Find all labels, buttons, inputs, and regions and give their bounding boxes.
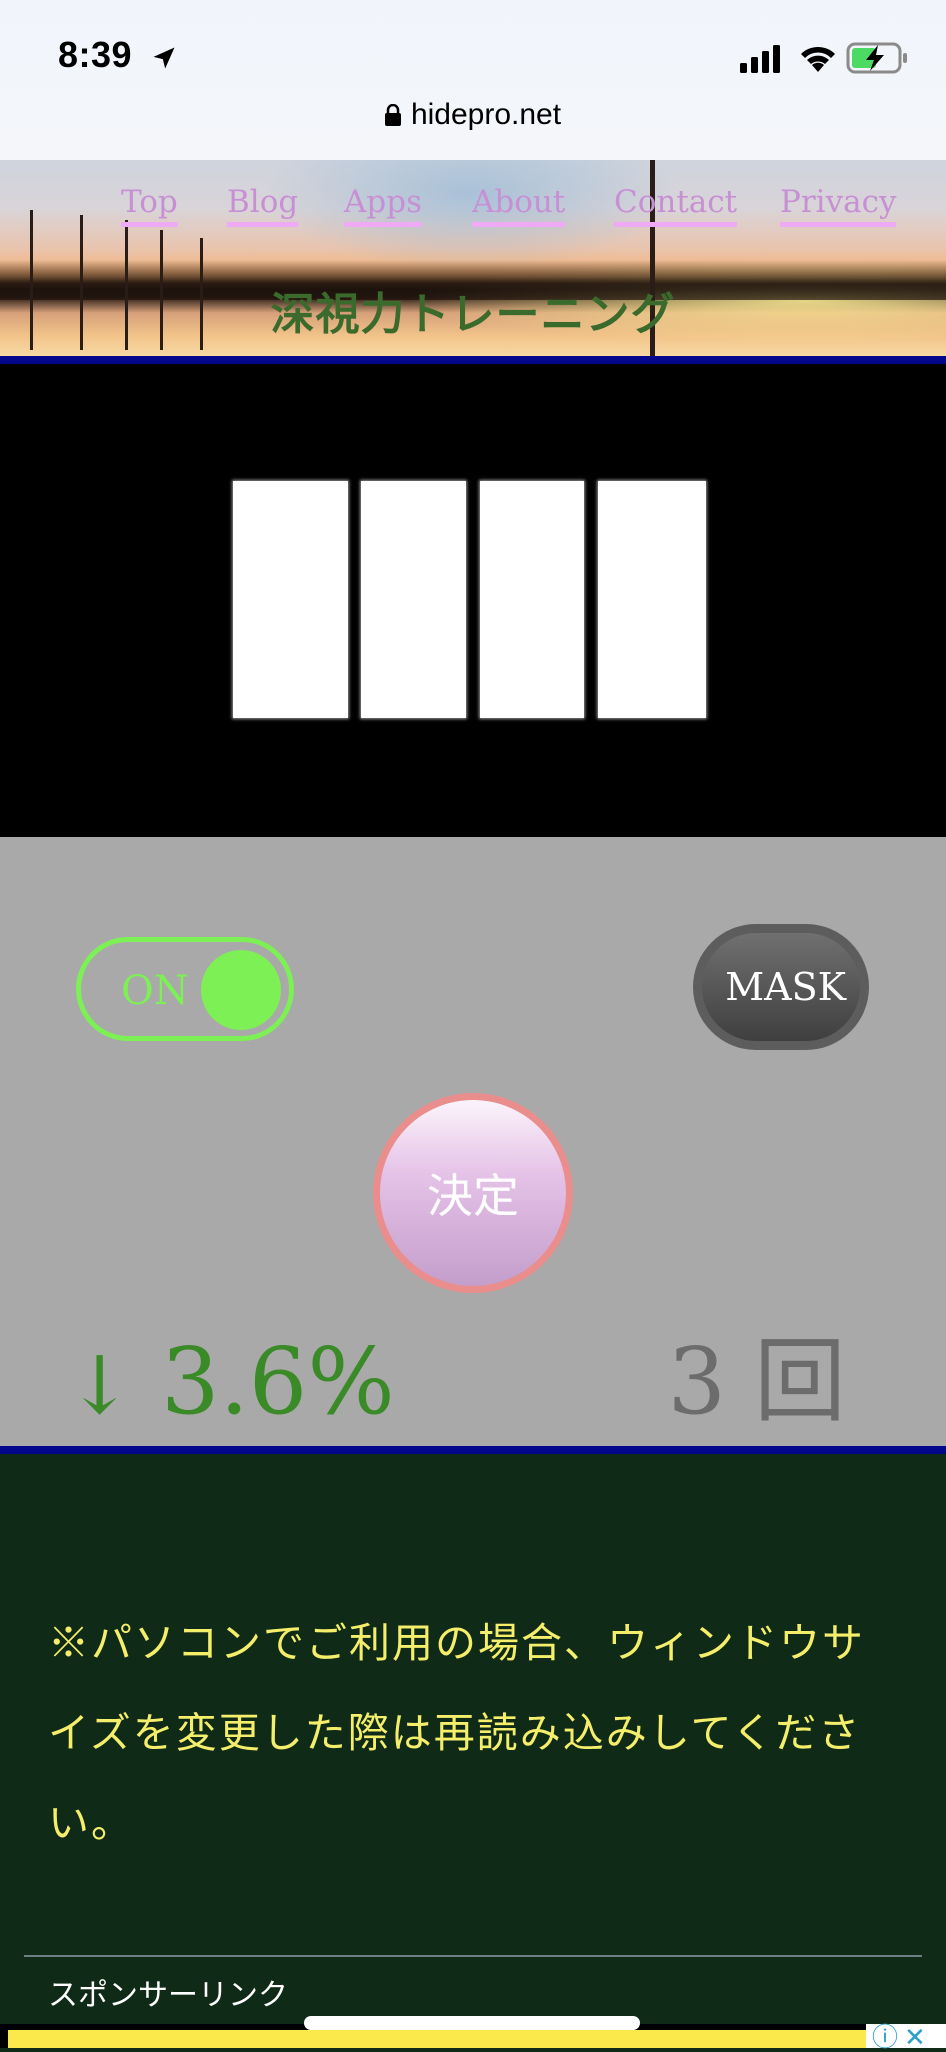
down-arrow-icon: ↓ (66, 1339, 134, 1432)
status-time: 8:39 (58, 34, 133, 75)
ad-content[interactable] (8, 2030, 866, 2048)
pc-notice: ※パソコンでご利用の場合、ウィンドウサイズを変更した際は再読み込みしてください。 (48, 1619, 865, 1847)
toggle-knob[interactable] (201, 950, 281, 1030)
auto-toggle[interactable]: ON (76, 937, 294, 1041)
stimulus-bar-2 (361, 481, 466, 718)
stimulus-bar-4 (598, 481, 706, 718)
location-arrow-icon (153, 47, 175, 69)
nav-apps[interactable]: Apps (344, 182, 422, 227)
address-bar[interactable]: hidepro.net (0, 98, 946, 132)
mask-button[interactable]: MASK (693, 924, 869, 1050)
ad-close-icon[interactable]: ✕ (904, 2024, 926, 2050)
depth-stage (0, 364, 946, 837)
ad-info-icon[interactable]: ⓘ (872, 2024, 898, 2050)
cellular-signal-icon (740, 45, 780, 73)
mask-button-label: MASK (702, 933, 860, 1041)
home-indicator[interactable] (304, 2016, 640, 2030)
nav-privacy[interactable]: Privacy (780, 182, 897, 227)
decide-button[interactable]: 決定 (373, 1093, 573, 1293)
error-percent: 3.6% (161, 1328, 395, 1435)
sponsor-label: スポンサーリンク (48, 1978, 288, 2013)
wifi-icon (801, 46, 835, 72)
stimulus-bar-3 (480, 481, 584, 718)
nav-blog[interactable]: Blog (227, 182, 299, 227)
nav-top[interactable]: Top (121, 182, 178, 227)
site-title: 深視力トレーニング (270, 289, 676, 340)
control-panel: ON MASK 決定 ↓ 3.6% 3回 (0, 837, 946, 1446)
browser-chrome: 8:39 hidepro.net (0, 0, 946, 161)
nav-contact[interactable]: Contact (614, 182, 738, 227)
count-value: 3 (667, 1328, 726, 1435)
stimulus-bar-1 (233, 481, 348, 718)
count-unit: 回 (753, 1328, 846, 1435)
toggle-label: ON (121, 968, 189, 1014)
header-banner: Top Blog Apps About Contact Privacy 深視力ト… (0, 160, 946, 356)
section-divider (24, 1955, 922, 1957)
panel-divider (0, 1446, 946, 1454)
header-divider (0, 356, 946, 364)
battery-charging-icon (846, 42, 907, 74)
ad-controls: ⓘ ✕ (866, 2024, 946, 2050)
nav-about[interactable]: About (472, 182, 566, 227)
lock-icon (384, 104, 401, 126)
top-nav: Top Blog Apps About Contact Privacy (0, 182, 946, 232)
error-readout: ↓ 3.6% (66, 1327, 395, 1441)
decide-button-label: 決定 (380, 1100, 566, 1286)
url-text: hidepro.net (410, 98, 562, 131)
attempt-count: 3回 (667, 1327, 846, 1437)
